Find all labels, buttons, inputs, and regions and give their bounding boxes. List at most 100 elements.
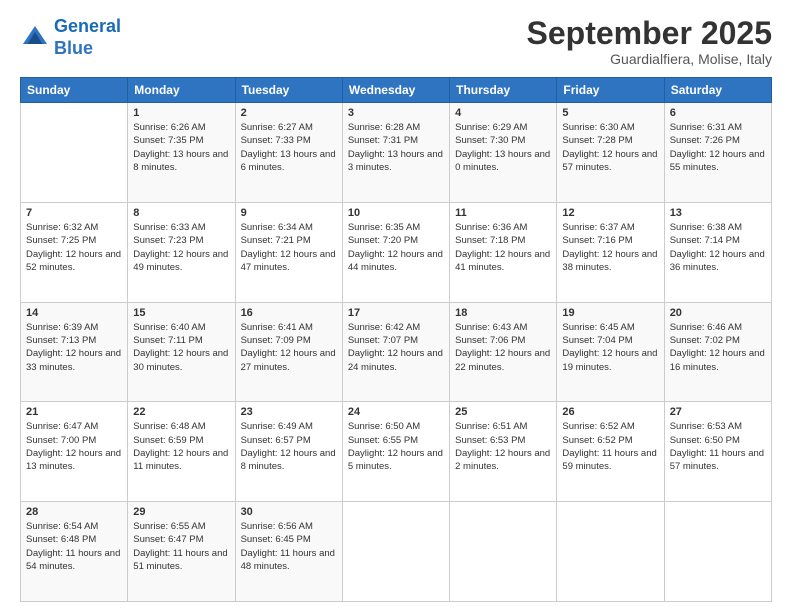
day-cell: 28 Sunrise: 6:54 AMSunset: 6:48 PMDaylig… xyxy=(21,502,128,602)
day-info: Sunrise: 6:33 AMSunset: 7:23 PMDaylight:… xyxy=(133,222,228,273)
day-info: Sunrise: 6:26 AMSunset: 7:35 PMDaylight:… xyxy=(133,122,228,173)
day-number: 14 xyxy=(26,307,122,319)
day-cell: 8 Sunrise: 6:33 AMSunset: 7:23 PMDayligh… xyxy=(128,202,235,302)
day-cell: 1 Sunrise: 6:26 AMSunset: 7:35 PMDayligh… xyxy=(128,103,235,203)
day-cell: 30 Sunrise: 6:56 AMSunset: 6:45 PMDaylig… xyxy=(235,502,342,602)
day-info: Sunrise: 6:46 AMSunset: 7:02 PMDaylight:… xyxy=(670,322,765,373)
day-info: Sunrise: 6:51 AMSunset: 6:53 PMDaylight:… xyxy=(455,421,550,472)
day-cell: 26 Sunrise: 6:52 AMSunset: 6:52 PMDaylig… xyxy=(557,402,664,502)
day-info: Sunrise: 6:32 AMSunset: 7:25 PMDaylight:… xyxy=(26,222,121,273)
day-number: 28 xyxy=(26,506,122,518)
day-info: Sunrise: 6:55 AMSunset: 6:47 PMDaylight:… xyxy=(133,521,227,572)
day-info: Sunrise: 6:56 AMSunset: 6:45 PMDaylight:… xyxy=(241,521,335,572)
location-title: Guardialfiera, Molise, Italy xyxy=(527,51,772,67)
day-cell: 5 Sunrise: 6:30 AMSunset: 7:28 PMDayligh… xyxy=(557,103,664,203)
day-cell: 12 Sunrise: 6:37 AMSunset: 7:16 PMDaylig… xyxy=(557,202,664,302)
day-cell: 2 Sunrise: 6:27 AMSunset: 7:33 PMDayligh… xyxy=(235,103,342,203)
day-info: Sunrise: 6:29 AMSunset: 7:30 PMDaylight:… xyxy=(455,122,550,173)
day-cell: 29 Sunrise: 6:55 AMSunset: 6:47 PMDaylig… xyxy=(128,502,235,602)
day-number: 16 xyxy=(241,307,337,319)
header-row: Sunday Monday Tuesday Wednesday Thursday… xyxy=(21,78,772,103)
day-cell: 18 Sunrise: 6:43 AMSunset: 7:06 PMDaylig… xyxy=(450,302,557,402)
logo-line1: General xyxy=(54,16,121,36)
day-number: 13 xyxy=(670,207,766,219)
col-saturday: Saturday xyxy=(664,78,771,103)
day-cell: 23 Sunrise: 6:49 AMSunset: 6:57 PMDaylig… xyxy=(235,402,342,502)
day-info: Sunrise: 6:28 AMSunset: 7:31 PMDaylight:… xyxy=(348,122,443,173)
day-cell: 16 Sunrise: 6:41 AMSunset: 7:09 PMDaylig… xyxy=(235,302,342,402)
col-wednesday: Wednesday xyxy=(342,78,449,103)
week-row-3: 21 Sunrise: 6:47 AMSunset: 7:00 PMDaylig… xyxy=(21,402,772,502)
day-number: 22 xyxy=(133,406,229,418)
day-number: 30 xyxy=(241,506,337,518)
day-cell xyxy=(21,103,128,203)
day-number: 20 xyxy=(670,307,766,319)
day-info: Sunrise: 6:47 AMSunset: 7:00 PMDaylight:… xyxy=(26,421,121,472)
month-title: September 2025 xyxy=(527,16,772,51)
day-info: Sunrise: 6:30 AMSunset: 7:28 PMDaylight:… xyxy=(562,122,657,173)
day-cell: 7 Sunrise: 6:32 AMSunset: 7:25 PMDayligh… xyxy=(21,202,128,302)
day-cell xyxy=(664,502,771,602)
page: General Blue September 2025 Guardialfier… xyxy=(0,0,792,612)
day-cell: 15 Sunrise: 6:40 AMSunset: 7:11 PMDaylig… xyxy=(128,302,235,402)
day-cell: 25 Sunrise: 6:51 AMSunset: 6:53 PMDaylig… xyxy=(450,402,557,502)
day-cell: 6 Sunrise: 6:31 AMSunset: 7:26 PMDayligh… xyxy=(664,103,771,203)
day-info: Sunrise: 6:50 AMSunset: 6:55 PMDaylight:… xyxy=(348,421,443,472)
week-row-2: 14 Sunrise: 6:39 AMSunset: 7:13 PMDaylig… xyxy=(21,302,772,402)
day-info: Sunrise: 6:35 AMSunset: 7:20 PMDaylight:… xyxy=(348,222,443,273)
day-cell: 11 Sunrise: 6:36 AMSunset: 7:18 PMDaylig… xyxy=(450,202,557,302)
day-number: 6 xyxy=(670,107,766,119)
day-info: Sunrise: 6:45 AMSunset: 7:04 PMDaylight:… xyxy=(562,322,657,373)
day-info: Sunrise: 6:37 AMSunset: 7:16 PMDaylight:… xyxy=(562,222,657,273)
day-number: 11 xyxy=(455,207,551,219)
day-info: Sunrise: 6:53 AMSunset: 6:50 PMDaylight:… xyxy=(670,421,764,472)
day-cell: 22 Sunrise: 6:48 AMSunset: 6:59 PMDaylig… xyxy=(128,402,235,502)
day-number: 2 xyxy=(241,107,337,119)
day-info: Sunrise: 6:41 AMSunset: 7:09 PMDaylight:… xyxy=(241,322,336,373)
logo-text: General Blue xyxy=(54,16,121,59)
col-tuesday: Tuesday xyxy=(235,78,342,103)
day-number: 17 xyxy=(348,307,444,319)
col-monday: Monday xyxy=(128,78,235,103)
day-cell: 24 Sunrise: 6:50 AMSunset: 6:55 PMDaylig… xyxy=(342,402,449,502)
day-number: 27 xyxy=(670,406,766,418)
day-number: 24 xyxy=(348,406,444,418)
day-cell: 20 Sunrise: 6:46 AMSunset: 7:02 PMDaylig… xyxy=(664,302,771,402)
day-number: 3 xyxy=(348,107,444,119)
day-info: Sunrise: 6:34 AMSunset: 7:21 PMDaylight:… xyxy=(241,222,336,273)
day-number: 8 xyxy=(133,207,229,219)
title-block: September 2025 Guardialfiera, Molise, It… xyxy=(527,16,772,67)
week-row-1: 7 Sunrise: 6:32 AMSunset: 7:25 PMDayligh… xyxy=(21,202,772,302)
day-info: Sunrise: 6:31 AMSunset: 7:26 PMDaylight:… xyxy=(670,122,765,173)
day-info: Sunrise: 6:43 AMSunset: 7:06 PMDaylight:… xyxy=(455,322,550,373)
header: General Blue September 2025 Guardialfier… xyxy=(20,16,772,67)
week-row-4: 28 Sunrise: 6:54 AMSunset: 6:48 PMDaylig… xyxy=(21,502,772,602)
day-cell: 21 Sunrise: 6:47 AMSunset: 7:00 PMDaylig… xyxy=(21,402,128,502)
calendar-table: Sunday Monday Tuesday Wednesday Thursday… xyxy=(20,77,772,602)
day-info: Sunrise: 6:52 AMSunset: 6:52 PMDaylight:… xyxy=(562,421,656,472)
day-number: 9 xyxy=(241,207,337,219)
col-friday: Friday xyxy=(557,78,664,103)
day-cell: 17 Sunrise: 6:42 AMSunset: 7:07 PMDaylig… xyxy=(342,302,449,402)
day-cell: 14 Sunrise: 6:39 AMSunset: 7:13 PMDaylig… xyxy=(21,302,128,402)
day-info: Sunrise: 6:38 AMSunset: 7:14 PMDaylight:… xyxy=(670,222,765,273)
day-number: 10 xyxy=(348,207,444,219)
logo-line2: Blue xyxy=(54,38,93,58)
day-number: 5 xyxy=(562,107,658,119)
day-cell xyxy=(342,502,449,602)
col-thursday: Thursday xyxy=(450,78,557,103)
day-number: 26 xyxy=(562,406,658,418)
logo-icon xyxy=(20,23,50,53)
day-cell: 3 Sunrise: 6:28 AMSunset: 7:31 PMDayligh… xyxy=(342,103,449,203)
week-row-0: 1 Sunrise: 6:26 AMSunset: 7:35 PMDayligh… xyxy=(21,103,772,203)
day-number: 25 xyxy=(455,406,551,418)
day-number: 19 xyxy=(562,307,658,319)
day-cell: 27 Sunrise: 6:53 AMSunset: 6:50 PMDaylig… xyxy=(664,402,771,502)
day-cell: 13 Sunrise: 6:38 AMSunset: 7:14 PMDaylig… xyxy=(664,202,771,302)
day-number: 4 xyxy=(455,107,551,119)
col-sunday: Sunday xyxy=(21,78,128,103)
day-info: Sunrise: 6:36 AMSunset: 7:18 PMDaylight:… xyxy=(455,222,550,273)
day-number: 21 xyxy=(26,406,122,418)
day-info: Sunrise: 6:54 AMSunset: 6:48 PMDaylight:… xyxy=(26,521,120,572)
day-info: Sunrise: 6:27 AMSunset: 7:33 PMDaylight:… xyxy=(241,122,336,173)
